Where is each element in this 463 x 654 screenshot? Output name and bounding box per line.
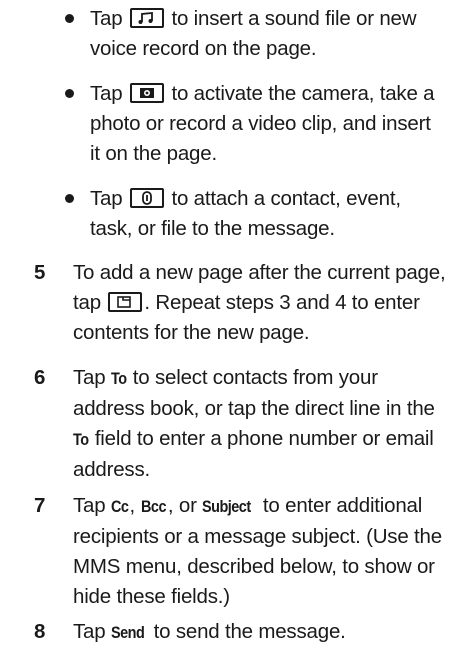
step-line: Tap Cc, Bcc, or Subject to enter additio…	[73, 491, 462, 522]
step-line: address.	[73, 458, 151, 481]
bullet-sound-file: Tap to insert a sound file or new voice …	[65, 4, 460, 64]
step-text: to send the message.	[153, 620, 346, 643]
step-text: Tap	[73, 366, 106, 389]
step-text: to select contacts from your	[132, 366, 378, 389]
bullet-marker	[65, 14, 74, 23]
step-number: 5	[34, 261, 46, 284]
step-line: To add a new page after the current page…	[73, 261, 446, 284]
bullet-text: Tap	[90, 187, 123, 210]
step-text: , or	[167, 494, 197, 517]
step-line: Tap To to select contacts from your	[73, 363, 462, 394]
step-number: 8	[34, 620, 46, 643]
bullet-line: Tap to attach a contact, event,	[90, 184, 460, 214]
bullet-line: Tap to insert a sound file or new	[90, 4, 460, 34]
to-term: To	[73, 430, 89, 449]
step-text: tap	[73, 291, 101, 314]
new-page-icon	[108, 292, 143, 312]
step-text: Tap	[73, 620, 106, 643]
bullet-line: task, or file to the message.	[90, 217, 335, 240]
step-text: ,	[129, 494, 136, 517]
step-line: To field to enter a phone number or emai…	[73, 424, 462, 455]
bullet-line: voice record on the page.	[90, 37, 317, 60]
step-line: Tap Send to send the message.	[73, 617, 462, 648]
step-line: MMS menu, described below, to show or	[73, 555, 435, 578]
bullet-attach: Tap to attach a contact, event, task, or…	[65, 184, 460, 244]
step-number: 6	[34, 366, 46, 389]
step-line: address book, or tap the direct line in …	[73, 397, 435, 420]
manual-page: Tap to insert a sound file or new voice …	[0, 0, 463, 654]
step-text: . Repeat steps 3 and 4 to enter	[144, 291, 420, 314]
bullet-line: it on the page.	[90, 142, 217, 165]
camera-icon	[129, 83, 164, 103]
step-text: field to enter a phone number or email	[94, 427, 434, 450]
bullet-text: to insert a sound file or new	[171, 7, 417, 30]
step-line: contents for the new page.	[73, 321, 310, 344]
bullet-text: Tap	[90, 82, 123, 105]
sound-file-icon	[129, 8, 164, 28]
bullet-text: Tap	[90, 7, 123, 30]
step-6: 6 Tap To to select contacts from your ad…	[34, 363, 462, 485]
step-8: 8 Tap Send to send the message.	[34, 617, 462, 648]
step-line: hide these fields.)	[73, 585, 230, 608]
step-line: tap . Repeat steps 3 and 4 to enter	[73, 288, 462, 318]
bcc-term: Bcc	[140, 497, 166, 516]
step-text: Tap	[73, 494, 106, 517]
bullet-line: Tap to activate the camera, take a	[90, 79, 460, 109]
bullet-camera: Tap to activate the camera, take a photo…	[65, 79, 460, 169]
bullet-marker	[65, 194, 74, 203]
bullet-text: to attach a contact, event,	[171, 187, 401, 210]
bullet-line: photo or record a video clip, and insert	[90, 112, 431, 135]
send-term: Send	[110, 623, 145, 642]
bullet-marker	[65, 89, 74, 98]
step-number: 7	[34, 494, 46, 517]
bullet-text: to activate the camera, take a	[171, 82, 435, 105]
attach-icon	[129, 188, 164, 208]
step-5: 5 To add a new page after the current pa…	[34, 258, 462, 348]
step-line: recipients or a message subject. (Use th…	[73, 525, 442, 548]
step-7: 7 Tap Cc, Bcc, or Subject to enter addit…	[34, 491, 462, 612]
to-term: To	[110, 369, 127, 388]
cc-term: Cc	[110, 497, 129, 516]
step-text: to enter additional	[262, 494, 423, 517]
subject-term: Subject	[202, 497, 251, 516]
